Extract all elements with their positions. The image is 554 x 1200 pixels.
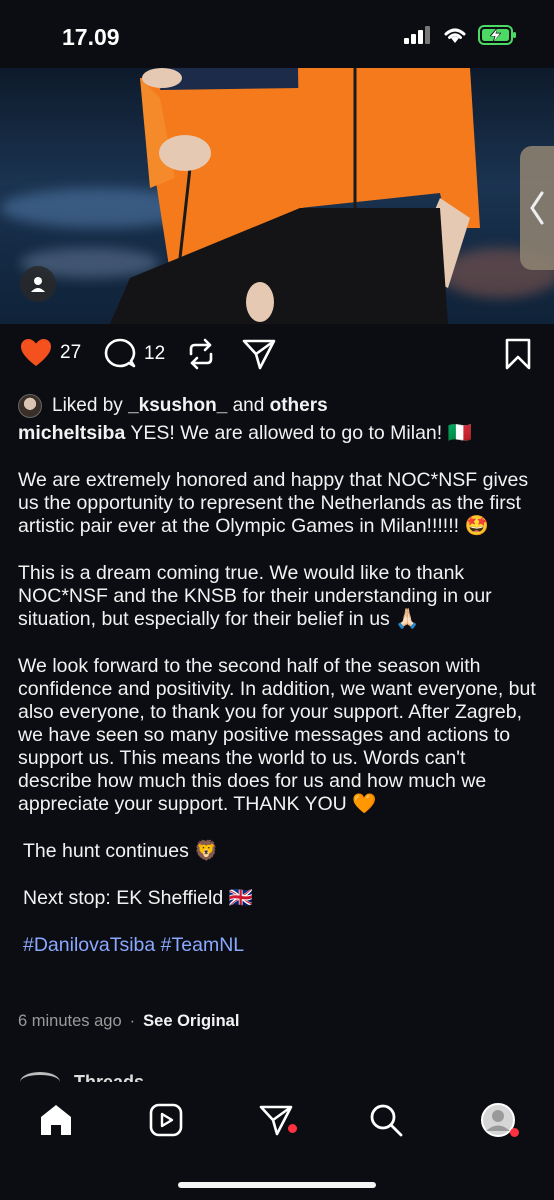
- hashtags[interactable]: #DanilovaTsiba #TeamNL: [18, 934, 538, 957]
- tab-home[interactable]: [36, 1100, 76, 1140]
- person-icon: [31, 277, 45, 292]
- like-count: 27: [60, 342, 82, 363]
- save-button[interactable]: [504, 338, 532, 370]
- collapse-tab[interactable]: [520, 146, 554, 270]
- comment-count: 12: [144, 343, 166, 364]
- liked-by-row[interactable]: Liked by _ksushon_ and others: [18, 394, 328, 418]
- home-indicator[interactable]: [178, 1182, 376, 1188]
- post-photo[interactable]: [0, 68, 554, 324]
- tab-reels[interactable]: [146, 1100, 186, 1140]
- home-icon: [41, 1105, 71, 1135]
- timestamp: 6 minutes ago: [18, 1012, 122, 1030]
- like-button[interactable]: 27: [20, 338, 81, 368]
- tab-direct[interactable]: [256, 1100, 297, 1140]
- repost-button[interactable]: [186, 338, 216, 370]
- chevron-left-icon: [530, 191, 544, 225]
- clock: 17.09: [62, 24, 120, 50]
- caption-paragraph: The hunt continues 🦁: [23, 840, 219, 862]
- post-meta: 6 minutes ago · See Original: [18, 1012, 240, 1031]
- caption-paragraph: Next stop: EK Sheffield 🇬🇧: [23, 887, 253, 909]
- caption: micheltsiba YES! We are allowed to go to…: [18, 422, 538, 957]
- notification-dot: [510, 1128, 519, 1137]
- heart-filled-icon: [21, 339, 51, 366]
- repost-icon: [189, 338, 213, 370]
- likers-others-link[interactable]: others: [270, 395, 328, 416]
- status-bar: 17.09: [0, 0, 554, 68]
- caption-paragraph: We are extremely honored and happy that …: [18, 469, 529, 537]
- see-original-link[interactable]: See Original: [143, 1012, 239, 1031]
- share-button[interactable]: [242, 338, 276, 370]
- caption-paragraph: We look forward to the second half of th…: [18, 655, 536, 815]
- search-icon: [370, 1104, 403, 1137]
- direct-icon: [259, 1105, 293, 1136]
- author-username[interactable]: micheltsiba: [18, 422, 125, 444]
- liker-username[interactable]: _ksushon_: [128, 395, 227, 416]
- tagged-people-button[interactable]: [20, 266, 56, 302]
- post-actions: 27 12: [0, 338, 554, 378]
- tab-search[interactable]: [366, 1100, 406, 1140]
- comment-icon: [104, 338, 136, 368]
- wifi-icon: [444, 28, 466, 43]
- skaters-figure: [110, 68, 480, 324]
- battery-charging-icon: [478, 25, 516, 45]
- notification-dot: [288, 1124, 297, 1133]
- caption-paragraph: This is a dream coming true. We would li…: [18, 562, 492, 630]
- liked-by-text: Liked by _ksushon_ and others: [52, 395, 328, 416]
- status-icons: [404, 24, 518, 46]
- tab-profile[interactable]: [478, 1100, 519, 1140]
- comment-button[interactable]: 12: [104, 338, 165, 370]
- liker-avatar: [18, 394, 42, 418]
- bookmark-icon: [505, 338, 531, 370]
- reels-icon: [149, 1103, 183, 1137]
- signal-icon: [404, 26, 430, 44]
- send-icon: [242, 339, 276, 370]
- caption-first-line: micheltsiba YES! We are allowed to go to…: [18, 422, 472, 444]
